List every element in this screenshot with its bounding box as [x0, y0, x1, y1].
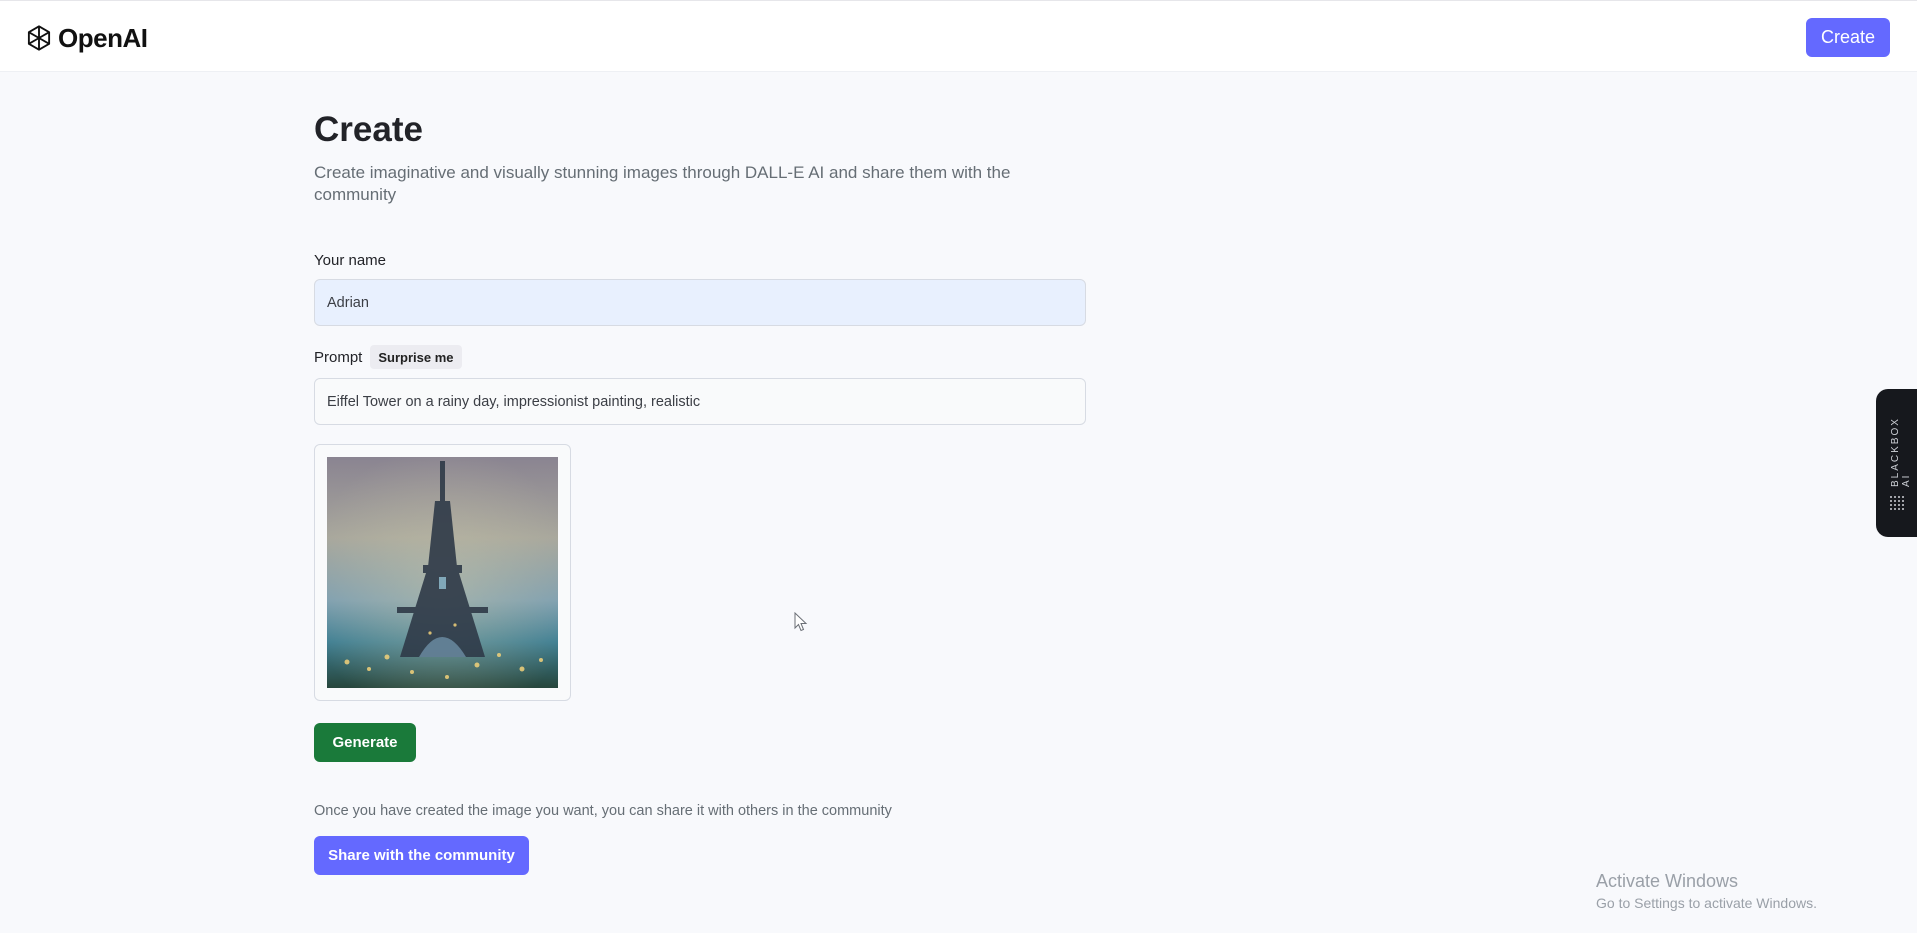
- top-navbar: OpenAI Create: [0, 0, 1917, 72]
- generate-button[interactable]: Generate: [314, 723, 416, 762]
- share-community-button[interactable]: Share with the community: [314, 836, 529, 875]
- name-label-text: Your name: [314, 252, 386, 269]
- share-hint-text: Once you have created the image you want…: [314, 803, 892, 819]
- windows-activation-watermark: Activate Windows Go to Settings to activ…: [1596, 870, 1817, 912]
- openai-logo-icon: [27, 25, 51, 51]
- prompt-label-row: Prompt Surprise me: [314, 345, 462, 369]
- watermark-subtitle: Go to Settings to activate Windows.: [1596, 895, 1817, 911]
- name-input[interactable]: Adrian: [314, 279, 1086, 326]
- name-label: Your name: [314, 252, 386, 269]
- create-section: Create Create imaginative and visually s…: [314, 108, 1086, 206]
- page-title: Create: [314, 110, 423, 149]
- blackbox-dots-icon: [1890, 496, 1904, 510]
- image-preview: [314, 444, 571, 701]
- watermark-title: Activate Windows: [1596, 871, 1739, 891]
- blackbox-label: BLACKBOX AI: [1890, 417, 1912, 487]
- logo-text: OpenAI: [58, 22, 148, 53]
- prompt-label: Prompt: [314, 348, 363, 366]
- openai-logo[interactable]: OpenAI: [24, 21, 148, 55]
- mouse-cursor-icon: [794, 612, 808, 632]
- header-create-button[interactable]: Create: [1806, 18, 1890, 57]
- surprise-me-button[interactable]: Surprise me: [370, 345, 462, 369]
- prompt-input[interactable]: Eiffel Tower on a rainy day, impressioni…: [314, 378, 1086, 425]
- blackbox-ai-widget[interactable]: BLACKBOX AI: [1876, 389, 1917, 537]
- generated-image: [327, 457, 558, 688]
- page-subtitle: Create imaginative and visually stunning…: [314, 163, 1011, 204]
